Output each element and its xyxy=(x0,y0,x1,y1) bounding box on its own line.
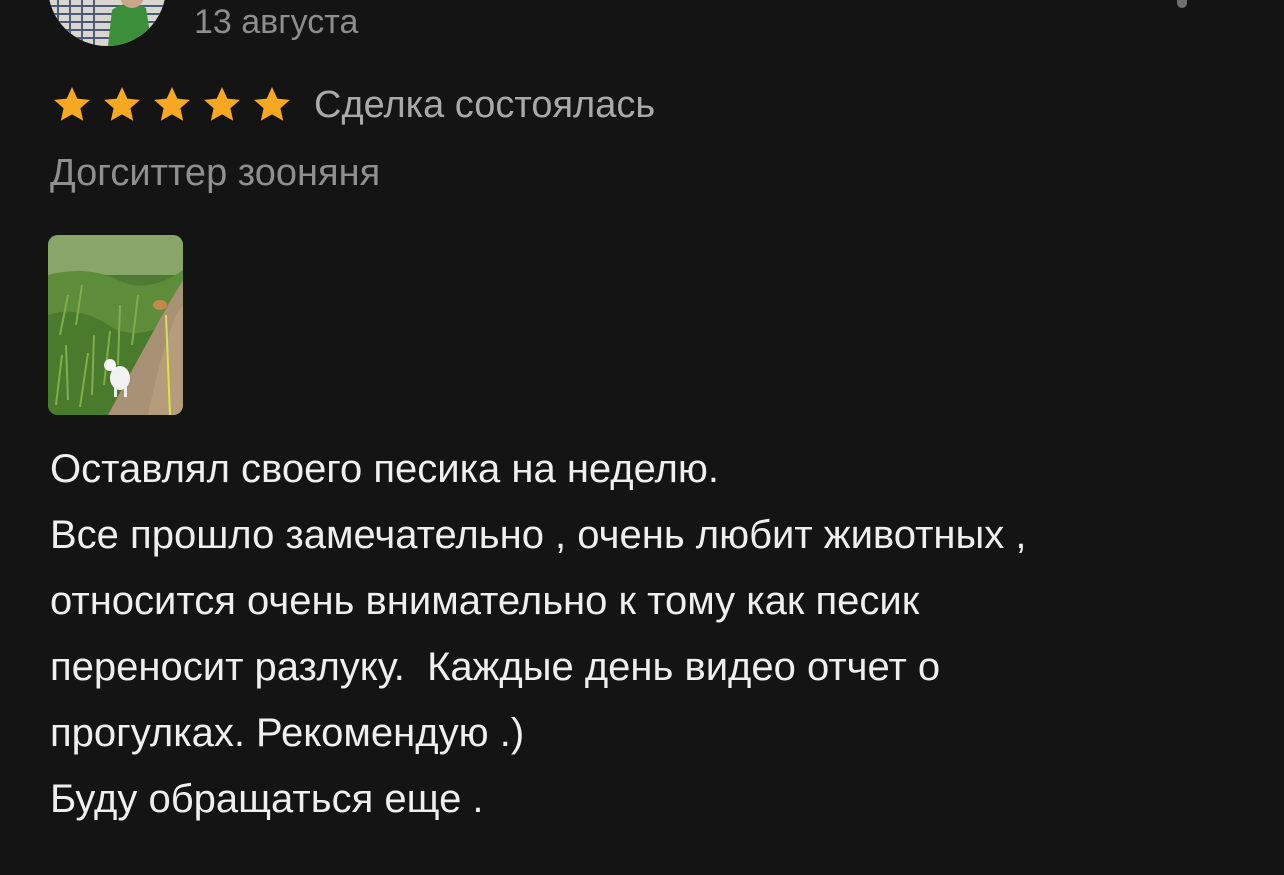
star-icon xyxy=(150,83,194,127)
star-icon xyxy=(200,83,244,127)
more-icon[interactable] xyxy=(1177,0,1187,8)
review-text-line: Все прошло замечательно , очень любит жи… xyxy=(50,513,1027,557)
review-text-line: прогулках. Рекомендую .) xyxy=(50,711,525,755)
review-photo[interactable] xyxy=(48,235,183,415)
review-date: 13 августа xyxy=(194,3,359,41)
review-text-line: переносит разлуку. Каждые день видео отч… xyxy=(50,645,941,689)
review-text-line: Буду обращаться еще . xyxy=(50,777,484,821)
review-text: Оставлял своего песика на неделю. Все пр… xyxy=(50,436,1250,832)
star-icon xyxy=(250,83,294,127)
star-icon xyxy=(50,83,94,127)
star-icon xyxy=(100,83,144,127)
rating-row: Сделка состоялась xyxy=(50,82,655,128)
deal-status: Сделка состоялась xyxy=(314,84,656,126)
star-rating xyxy=(50,83,300,127)
review-text-line: Оставлял своего песика на неделю. xyxy=(50,447,719,491)
reviewer-avatar[interactable] xyxy=(48,0,166,46)
service-name: Догситтер зооняня xyxy=(50,152,381,194)
review-text-line: относится очень внимательно к тому как п… xyxy=(50,579,920,623)
